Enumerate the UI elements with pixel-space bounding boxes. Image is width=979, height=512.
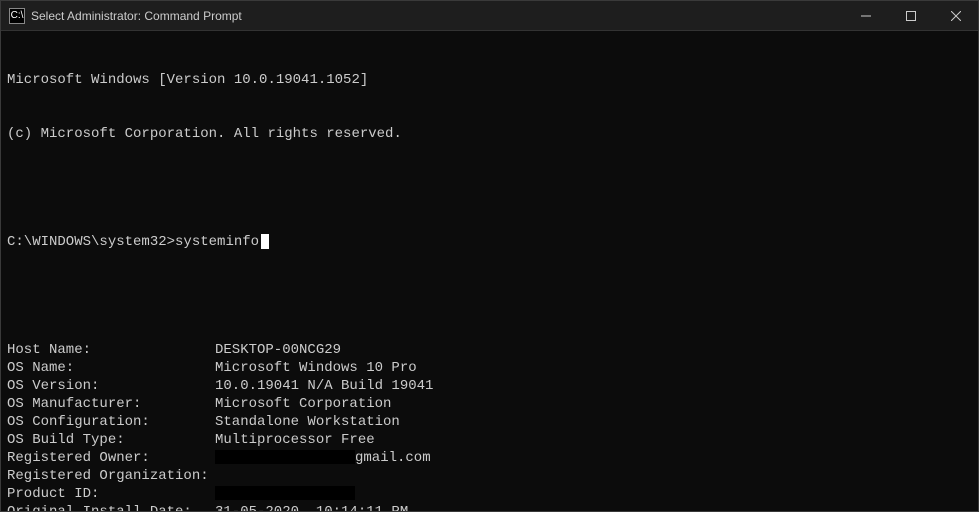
info-label: Product ID: (7, 485, 215, 503)
info-label: Original Install Date: (7, 503, 215, 511)
redacted-block (215, 486, 355, 500)
info-value: 31-05-2020, 10:14:11 PM (215, 503, 972, 511)
info-row: OS Name:Microsoft Windows 10 Pro (7, 359, 972, 377)
minimize-button[interactable] (843, 1, 888, 30)
info-label: OS Version: (7, 377, 215, 395)
minimize-icon (861, 11, 871, 21)
version-line: Microsoft Windows [Version 10.0.19041.10… (7, 71, 972, 89)
command-prompt-window: C:\ Select Administrator: Command Prompt… (0, 0, 979, 512)
info-value: 10.0.19041 N/A Build 19041 (215, 377, 972, 395)
info-label: Registered Owner: (7, 449, 215, 467)
info-value: Standalone Workstation (215, 413, 972, 431)
info-label: OS Name: (7, 359, 215, 377)
info-row: Host Name:DESKTOP-00NCG29 (7, 341, 972, 359)
info-row: OS Version:10.0.19041 N/A Build 19041 (7, 377, 972, 395)
info-row: OS Build Type:Multiprocessor Free (7, 431, 972, 449)
prompt-command: systeminfo (175, 234, 259, 250)
info-value: Multiprocessor Free (215, 431, 972, 449)
maximize-button[interactable] (888, 1, 933, 30)
cmd-icon: C:\ (9, 8, 25, 24)
info-row: OS Manufacturer:Microsoft Corporation (7, 395, 972, 413)
maximize-icon (906, 11, 916, 21)
info-row: Registered Owner: gmail.com (7, 449, 972, 467)
info-label: OS Manufacturer: (7, 395, 215, 413)
info-value: DESKTOP-00NCG29 (215, 341, 972, 359)
info-row: Registered Organization: (7, 467, 972, 485)
info-label: OS Build Type: (7, 431, 215, 449)
window-controls (843, 1, 978, 30)
info-value: Microsoft Windows 10 Pro (215, 359, 972, 377)
redacted-block (215, 450, 355, 464)
terminal-output[interactable]: Microsoft Windows [Version 10.0.19041.10… (1, 31, 978, 511)
info-value (215, 485, 972, 503)
info-label: OS Configuration: (7, 413, 215, 431)
titlebar[interactable]: C:\ Select Administrator: Command Prompt (1, 1, 978, 31)
prompt-path: C:\WINDOWS\system32> (7, 234, 175, 250)
info-row: Original Install Date:31-05-2020, 10:14:… (7, 503, 972, 511)
copyright-line: (c) Microsoft Corporation. All rights re… (7, 125, 972, 143)
info-value (215, 467, 972, 485)
blank-line (7, 287, 972, 305)
info-row: OS Configuration:Standalone Workstation (7, 413, 972, 431)
blank-line (7, 179, 972, 197)
info-label: Registered Organization: (7, 467, 215, 485)
info-row: Product ID: (7, 485, 972, 503)
prompt-line: C:\WINDOWS\system32>systeminfo (7, 233, 972, 251)
cursor (261, 234, 269, 249)
info-label: Host Name: (7, 341, 215, 359)
window-title: Select Administrator: Command Prompt (31, 9, 843, 23)
info-value: gmail.com (215, 449, 972, 467)
close-icon (951, 11, 961, 21)
info-value: Microsoft Corporation (215, 395, 972, 413)
systeminfo-output: Host Name:DESKTOP-00NCG29OS Name:Microso… (7, 341, 972, 511)
close-button[interactable] (933, 1, 978, 30)
